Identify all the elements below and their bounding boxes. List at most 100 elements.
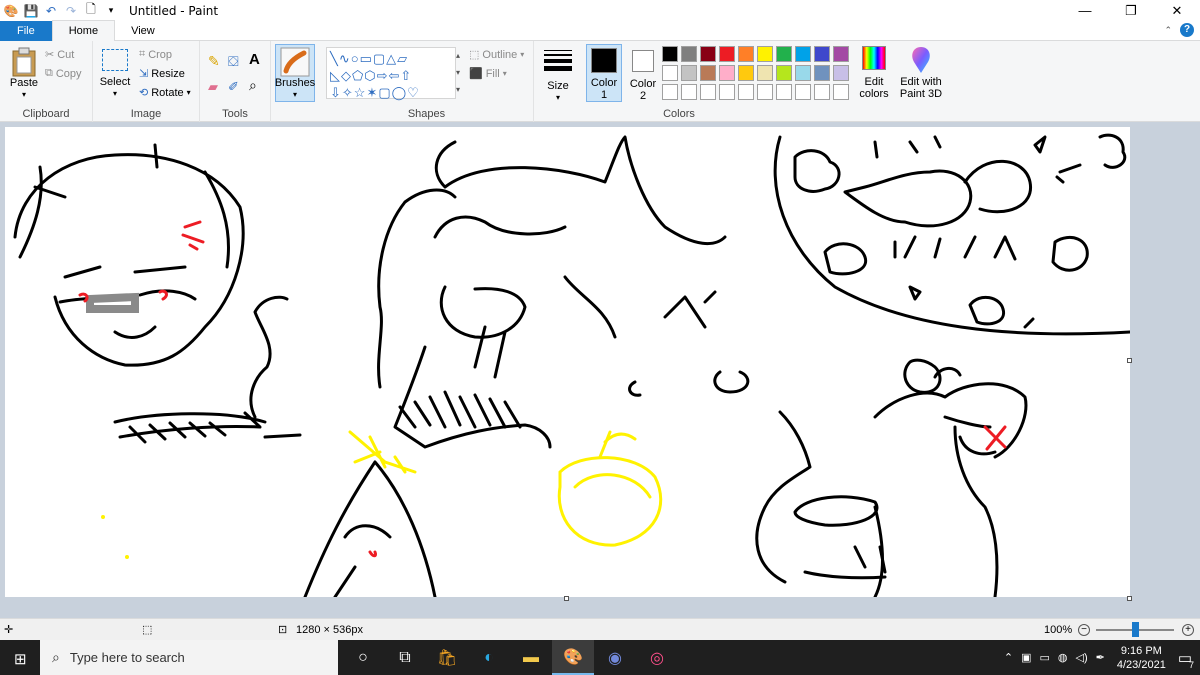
outline-label: Outline bbox=[482, 48, 518, 61]
redo-icon[interactable]: ↷ bbox=[63, 3, 79, 19]
zoom-in-button[interactable]: + bbox=[1182, 623, 1194, 636]
paste-button[interactable]: Paste ▾ bbox=[6, 47, 42, 101]
color2-label: Color 2 bbox=[629, 78, 657, 102]
customize-quick-access-icon[interactable]: ▾ bbox=[103, 3, 119, 19]
creative-app-icon[interactable]: ◎ bbox=[636, 640, 678, 675]
zoom-out-button[interactable]: − bbox=[1078, 623, 1090, 636]
battery-icon[interactable]: ▭ bbox=[1040, 651, 1050, 664]
palette-swatch[interactable] bbox=[738, 65, 754, 81]
canvas-resize-handle-corner[interactable] bbox=[1127, 596, 1132, 601]
palette-swatch[interactable] bbox=[662, 84, 678, 100]
close-button[interactable]: ✕ bbox=[1154, 0, 1200, 21]
palette-swatch[interactable] bbox=[814, 46, 830, 62]
copy-button[interactable]: ⧉ Copy bbox=[45, 67, 82, 80]
palette-swatch[interactable] bbox=[681, 65, 697, 81]
palette-swatch[interactable] bbox=[776, 84, 792, 100]
shapes-gallery[interactable]: ╲∿○▭▢△▱ ◺◇⬠⬡⇨⇦⇧ ⇩✧☆✶▢◯♡ bbox=[326, 47, 456, 100]
clipboard-group: Paste ▾ ✂ Cut ⧉ Copy Clipboard bbox=[0, 41, 93, 122]
file-explorer-icon[interactable]: ▬ bbox=[510, 640, 552, 675]
palette-swatch[interactable] bbox=[776, 46, 792, 62]
undo-icon[interactable]: ↶ bbox=[43, 3, 59, 19]
palette-swatch[interactable] bbox=[700, 84, 716, 100]
palette-swatch[interactable] bbox=[738, 84, 754, 100]
volume-icon[interactable]: ◁) bbox=[1076, 651, 1088, 664]
shapes-scroll-icon[interactable]: ▴ ▾ ▾ bbox=[456, 47, 460, 98]
color-picker-icon[interactable]: ✐ bbox=[228, 79, 239, 95]
tab-file[interactable]: File bbox=[0, 20, 52, 41]
fill-button[interactable]: ⬛ Fill ▾ bbox=[469, 67, 507, 81]
cortana-icon[interactable]: ○ bbox=[342, 640, 384, 675]
chevron-up-icon[interactable]: ⌃ bbox=[1164, 25, 1172, 36]
drawing-canvas[interactable] bbox=[5, 127, 1130, 597]
select-button[interactable]: Select ▾ bbox=[99, 49, 131, 100]
task-view-icon[interactable]: ⧉ bbox=[384, 640, 426, 675]
palette-swatch[interactable] bbox=[757, 84, 773, 100]
palette-swatch[interactable] bbox=[795, 46, 811, 62]
palette-swatch[interactable] bbox=[814, 65, 830, 81]
palette-swatch[interactable] bbox=[833, 84, 849, 100]
edit-colors-button[interactable]: Edit colors bbox=[854, 46, 894, 100]
text-tool-icon[interactable]: A bbox=[249, 51, 260, 68]
paint-taskbar-icon[interactable]: 🎨 bbox=[552, 640, 594, 675]
device-icon[interactable]: ▣ bbox=[1021, 651, 1031, 664]
pencil-icon[interactable]: ✎ bbox=[208, 53, 220, 70]
palette-swatch[interactable] bbox=[757, 46, 773, 62]
rotate-button[interactable]: ⟲ Rotate ▾ bbox=[139, 86, 191, 100]
paint-app-icon[interactable]: 🎨 bbox=[3, 3, 19, 19]
scissors-icon: ✂ bbox=[45, 49, 55, 61]
crop-button[interactable]: ⌗ Crop bbox=[139, 48, 172, 61]
save-icon[interactable]: 💾 bbox=[23, 3, 39, 19]
size-button[interactable]: Size ▾ bbox=[540, 47, 576, 104]
maximize-button[interactable]: ❐ bbox=[1108, 0, 1154, 21]
store-icon[interactable]: 🛍 bbox=[426, 640, 468, 675]
search-icon: ⌕ bbox=[52, 649, 60, 665]
palette-swatch[interactable] bbox=[738, 46, 754, 62]
palette-swatch[interactable] bbox=[681, 84, 697, 100]
edge-icon[interactable]: ◐ bbox=[468, 640, 510, 675]
color2-button[interactable]: Color 2 bbox=[625, 44, 661, 102]
help-icon[interactable]: ? bbox=[1180, 23, 1194, 37]
chevron-down-icon: ▾ bbox=[502, 69, 507, 78]
brushes-button[interactable]: Brushes ▾ bbox=[275, 44, 315, 102]
resize-button[interactable]: ⇲ Resize bbox=[139, 67, 185, 81]
palette-swatch[interactable] bbox=[662, 65, 678, 81]
notification-icon[interactable]: ▭ 7 bbox=[1178, 649, 1194, 670]
discord-icon[interactable]: ◉ bbox=[594, 640, 636, 675]
palette-swatch[interactable] bbox=[681, 46, 697, 62]
palette-swatch[interactable] bbox=[719, 84, 735, 100]
palette-swatch[interactable] bbox=[757, 65, 773, 81]
pen-icon[interactable]: ✒ bbox=[1096, 651, 1105, 664]
tab-home[interactable]: Home bbox=[51, 20, 116, 41]
eraser-icon[interactable]: ▰ bbox=[208, 79, 218, 95]
zoom-slider-thumb[interactable] bbox=[1132, 622, 1139, 637]
globe-icon[interactable]: ◍ bbox=[1058, 651, 1068, 664]
new-file-icon[interactable]: 🗋 bbox=[83, 2, 99, 19]
color1-button[interactable]: Color 1 bbox=[586, 44, 622, 102]
chevron-down-icon: ▾ bbox=[292, 90, 297, 99]
magnifier-icon[interactable]: ⌕ bbox=[249, 77, 257, 94]
palette-swatch[interactable] bbox=[700, 65, 716, 81]
outline-button[interactable]: ⬚ Outline ▾ bbox=[469, 48, 524, 62]
palette-swatch[interactable] bbox=[719, 65, 735, 81]
palette-swatch[interactable] bbox=[833, 46, 849, 62]
palette-swatch[interactable] bbox=[795, 65, 811, 81]
palette-swatch[interactable] bbox=[795, 84, 811, 100]
chevron-up-icon[interactable]: ⌃ bbox=[1004, 651, 1013, 664]
fill-bucket-icon[interactable]: ⛋ bbox=[228, 53, 239, 70]
minimize-button[interactable]: — bbox=[1062, 0, 1108, 21]
cut-button[interactable]: ✂ Cut bbox=[45, 48, 74, 62]
tab-view[interactable]: View bbox=[115, 21, 171, 41]
palette-swatch[interactable] bbox=[662, 46, 678, 62]
palette-swatch[interactable] bbox=[776, 65, 792, 81]
windows-start-icon[interactable]: ⊞ bbox=[14, 650, 27, 668]
clock[interactable]: 9:16 PM 4/23/2021 bbox=[1117, 644, 1166, 672]
edit-paint3d-button[interactable]: Edit with Paint 3D bbox=[898, 46, 944, 100]
palette-swatch[interactable] bbox=[700, 46, 716, 62]
taskbar-search-box[interactable]: ⌕ Type here to search bbox=[40, 640, 338, 675]
palette-swatch[interactable] bbox=[719, 46, 735, 62]
canvas-resize-handle-bottom[interactable] bbox=[564, 596, 569, 601]
palette-swatch[interactable] bbox=[833, 65, 849, 81]
canvas-workspace[interactable] bbox=[0, 122, 1200, 618]
palette-swatch[interactable] bbox=[814, 84, 830, 100]
canvas-resize-handle-right[interactable] bbox=[1127, 358, 1132, 363]
